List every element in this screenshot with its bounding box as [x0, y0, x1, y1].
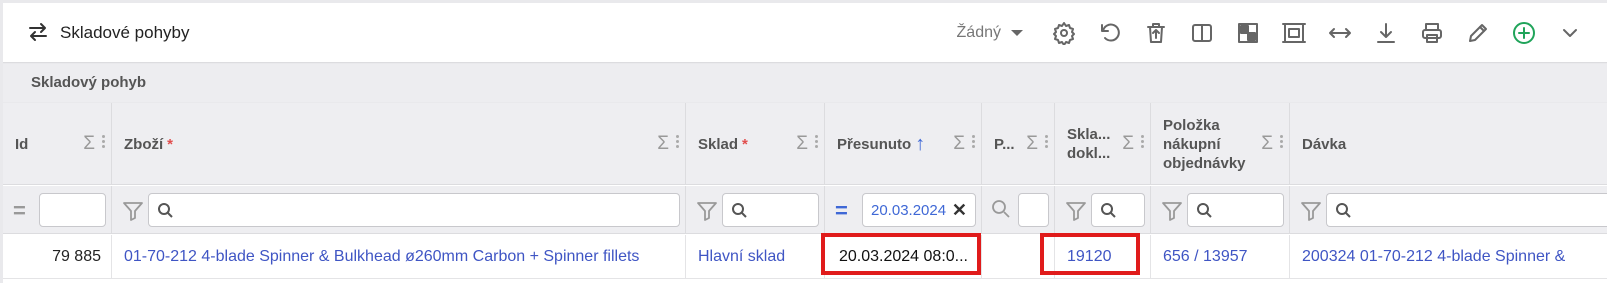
filter-icon[interactable]	[696, 200, 718, 222]
column-label: Přesunuto	[837, 135, 912, 153]
filter-input-p[interactable]	[1018, 193, 1049, 227]
view-select-value: Žádný	[956, 24, 1001, 41]
filter-icon[interactable]	[122, 200, 144, 222]
column-header-polozka[interactable]: Položka nákupní objednávky Σ	[1151, 103, 1290, 185]
section-header: Skladový pohyb	[3, 64, 1607, 102]
row-sklad-link[interactable]: Hlavní sklad	[698, 235, 785, 279]
row-polozka-link[interactable]: 656 / 13957	[1163, 235, 1248, 279]
data-grid: Id Σ Zboží * Σ Sklad * Σ Přesunuto ↑ Σ P...…	[3, 103, 1607, 283]
column-menu-icon[interactable]	[102, 133, 106, 150]
toolbar: Skladové pohyby Žádný	[3, 3, 1607, 63]
sigma-icon[interactable]: Σ	[796, 133, 808, 155]
sigma-icon[interactable]: Σ	[1122, 133, 1134, 155]
column-label: Skla... dokl...	[1067, 126, 1111, 162]
caret-down-icon	[1011, 30, 1023, 36]
sigma-icon[interactable]: Σ	[83, 133, 95, 155]
undo-icon[interactable]	[1097, 20, 1123, 46]
required-marker: *	[167, 135, 173, 153]
highlight-box-presunuto	[821, 233, 981, 275]
column-menu-icon[interactable]	[1045, 133, 1049, 150]
filter-input-sklad[interactable]	[722, 193, 819, 227]
filter-input-zbozi[interactable]	[148, 193, 680, 227]
sigma-icon[interactable]: Σ	[1026, 133, 1038, 155]
search-icon	[1101, 203, 1116, 218]
width-icon[interactable]	[1327, 20, 1353, 46]
chevron-down-icon[interactable]	[1557, 20, 1583, 46]
search-icon	[732, 203, 747, 218]
columns-icon[interactable]	[1189, 20, 1215, 46]
table-cell-polozka[interactable]: 656 / 13957	[1151, 235, 1290, 279]
column-menu-icon[interactable]	[676, 133, 680, 150]
filter-input-davka[interactable]	[1326, 193, 1607, 227]
table-cell-zbozi[interactable]: 01-70-212 4-blade Spinner & Bulkhead ø26…	[112, 235, 686, 279]
highlight-box-sklad-doklad	[1040, 233, 1140, 275]
filter-cell-sklad	[686, 186, 825, 234]
column-label: Položka nákupní objednávky	[1163, 116, 1246, 172]
search-icon	[1197, 203, 1212, 218]
search-icon	[158, 203, 173, 218]
search-icon[interactable]	[990, 198, 1012, 220]
column-label: Zboží	[124, 135, 164, 153]
row-id: 79 885	[52, 248, 101, 265]
add-icon[interactable]	[1511, 20, 1537, 46]
settings-icon[interactable]	[1051, 20, 1077, 46]
column-label: P...	[994, 135, 1015, 153]
download-icon[interactable]	[1373, 20, 1399, 46]
transfer-icon	[29, 23, 47, 41]
filter-icon[interactable]	[1065, 200, 1087, 222]
row-zbozi-link[interactable]: 01-70-212 4-blade Spinner & Bulkhead ø26…	[124, 235, 639, 279]
filter-value: 20.03.2024	[871, 201, 947, 219]
table-cell-sklad[interactable]: Hlavní sklad	[686, 235, 825, 279]
table-cell-id[interactable]: 79 885	[3, 235, 112, 279]
edit-icon[interactable]	[1465, 20, 1491, 46]
search-icon	[1336, 203, 1351, 218]
filter-icon[interactable]	[1161, 200, 1183, 222]
column-label: Id	[15, 135, 29, 153]
filter-cell-sklad-doklad	[1055, 186, 1151, 234]
filter-input-sklad-doklad[interactable]	[1091, 193, 1145, 227]
delete-icon[interactable]	[1143, 20, 1169, 46]
filter-input-polozka[interactable]	[1187, 193, 1284, 227]
filter-cell-davka	[1290, 186, 1607, 234]
sigma-icon[interactable]: Σ	[1261, 133, 1273, 155]
column-header-sklad[interactable]: Sklad * Σ	[686, 103, 825, 185]
column-menu-icon[interactable]	[815, 133, 819, 150]
filter-input-id[interactable]	[39, 193, 106, 227]
column-menu-icon[interactable]	[972, 133, 976, 150]
page-title: Skladové pohyby	[60, 23, 190, 42]
filter-cell-polozka	[1151, 186, 1290, 234]
filter-cell-p	[982, 186, 1055, 234]
frame-icon[interactable]	[1281, 20, 1307, 46]
sigma-icon[interactable]: Σ	[953, 133, 965, 155]
clear-icon[interactable]: ✕	[952, 200, 967, 221]
equals-operator-icon[interactable]: =	[835, 198, 848, 224]
sort-ascending-icon[interactable]: ↑	[915, 134, 925, 154]
filter-icon[interactable]	[1300, 200, 1322, 222]
sigma-icon[interactable]: Σ	[657, 133, 669, 155]
row-davka-link[interactable]: 200324 01-70-212 4-blade Spinner &	[1302, 235, 1565, 279]
filter-cell-presunuto: = 20.03.2024 ✕	[825, 186, 982, 234]
column-header-davka[interactable]: Dávka	[1290, 103, 1607, 185]
view-select[interactable]: Žádný	[957, 24, 1023, 42]
column-label: Sklad	[698, 135, 739, 153]
filter-cell-zbozi	[112, 186, 686, 234]
column-header-id[interactable]: Id Σ	[3, 103, 112, 185]
table-cell-davka[interactable]: 200324 01-70-212 4-blade Spinner &	[1290, 235, 1607, 279]
print-icon[interactable]	[1419, 20, 1445, 46]
column-header-presunuto[interactable]: Přesunuto ↑ Σ	[825, 103, 982, 185]
column-header-p[interactable]: P... Σ	[982, 103, 1055, 185]
required-marker: *	[742, 135, 748, 153]
section-title: Skladový pohyb	[31, 74, 147, 91]
column-menu-icon[interactable]	[1280, 133, 1284, 150]
equals-operator-icon[interactable]: =	[13, 198, 26, 224]
filter-cell-id: =	[3, 186, 112, 234]
column-label: Dávka	[1302, 135, 1347, 153]
filter-input-presunuto[interactable]: 20.03.2024 ✕	[862, 193, 976, 227]
column-menu-icon[interactable]	[1141, 133, 1145, 150]
column-header-sklad-doklad[interactable]: Skla... dokl... Σ	[1055, 103, 1151, 185]
column-header-zbozi[interactable]: Zboží * Σ	[112, 103, 686, 185]
pattern-icon[interactable]	[1235, 20, 1261, 46]
